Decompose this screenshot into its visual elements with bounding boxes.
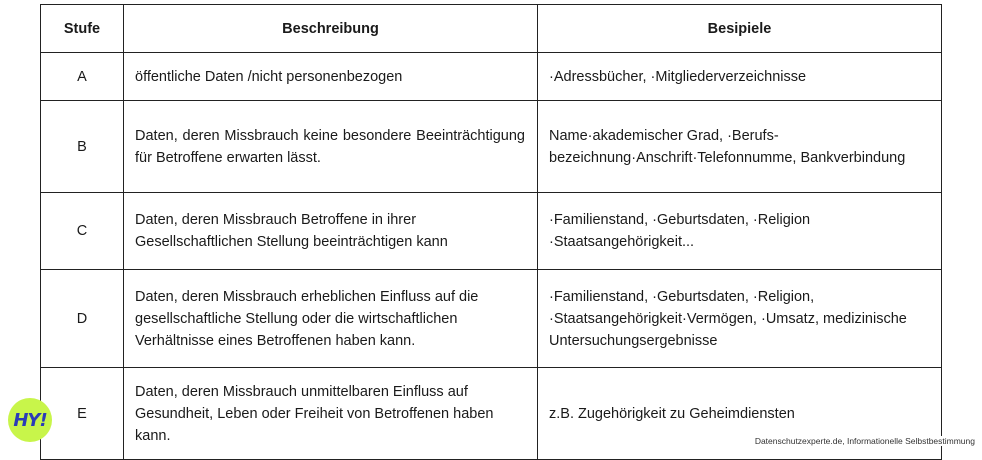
stufe-cell: E bbox=[40, 367, 124, 460]
table-row: C Daten, deren Missbrauch Betroffene in … bbox=[40, 192, 942, 270]
beschreibung-cell: Daten, deren Missbrauch Betroffene in ih… bbox=[123, 192, 538, 270]
beschreibung-cell: Daten, deren Missbrauch erheblichen Einf… bbox=[123, 269, 538, 368]
stufe-cell: A bbox=[40, 52, 124, 101]
source-caption: Datenschutzexperte.de, Informationelle S… bbox=[753, 436, 976, 446]
stufe-cell: C bbox=[40, 192, 124, 270]
stufe-cell: D bbox=[40, 269, 124, 368]
header-beschreibung: Beschreibung bbox=[123, 4, 538, 53]
beispiele-cell: ·Adressbücher, ·Mitgliederverzeichnisse bbox=[537, 52, 942, 101]
table-header-row: Stufe Beschreibung Besipiele bbox=[40, 4, 942, 53]
table-row: A öffentliche Daten /nicht personenbezog… bbox=[40, 52, 942, 101]
protection-levels-table: Stufe Beschreibung Besipiele A öffentlic… bbox=[40, 4, 942, 460]
header-beispiele: Besipiele bbox=[537, 4, 942, 53]
table-row: B Daten, deren Missbrauch keine besonder… bbox=[40, 100, 942, 193]
hy-logo: HY! bbox=[8, 398, 52, 442]
beschreibung-cell: Daten, deren Missbrauch unmittelbaren Ei… bbox=[123, 367, 538, 460]
beispiele-cell: ·Familienstand, ·Geburtsdaten, ·Religion… bbox=[537, 192, 942, 270]
beispiele-cell: ·Familienstand, ·Geburtsdaten, ·Religion… bbox=[537, 269, 942, 368]
beschreibung-cell: Daten, deren Missbrauch keine besondere … bbox=[123, 100, 538, 193]
table-row: D Daten, deren Missbrauch erheblichen Ei… bbox=[40, 269, 942, 368]
stufe-cell: B bbox=[40, 100, 124, 193]
beschreibung-cell: öffentliche Daten /nicht personenbezogen bbox=[123, 52, 538, 101]
beispiele-cell: Name·akademischer Grad, ·Berufs-bezeichn… bbox=[537, 100, 942, 193]
logo-text: HY! bbox=[13, 409, 47, 431]
header-stufe: Stufe bbox=[40, 4, 124, 53]
